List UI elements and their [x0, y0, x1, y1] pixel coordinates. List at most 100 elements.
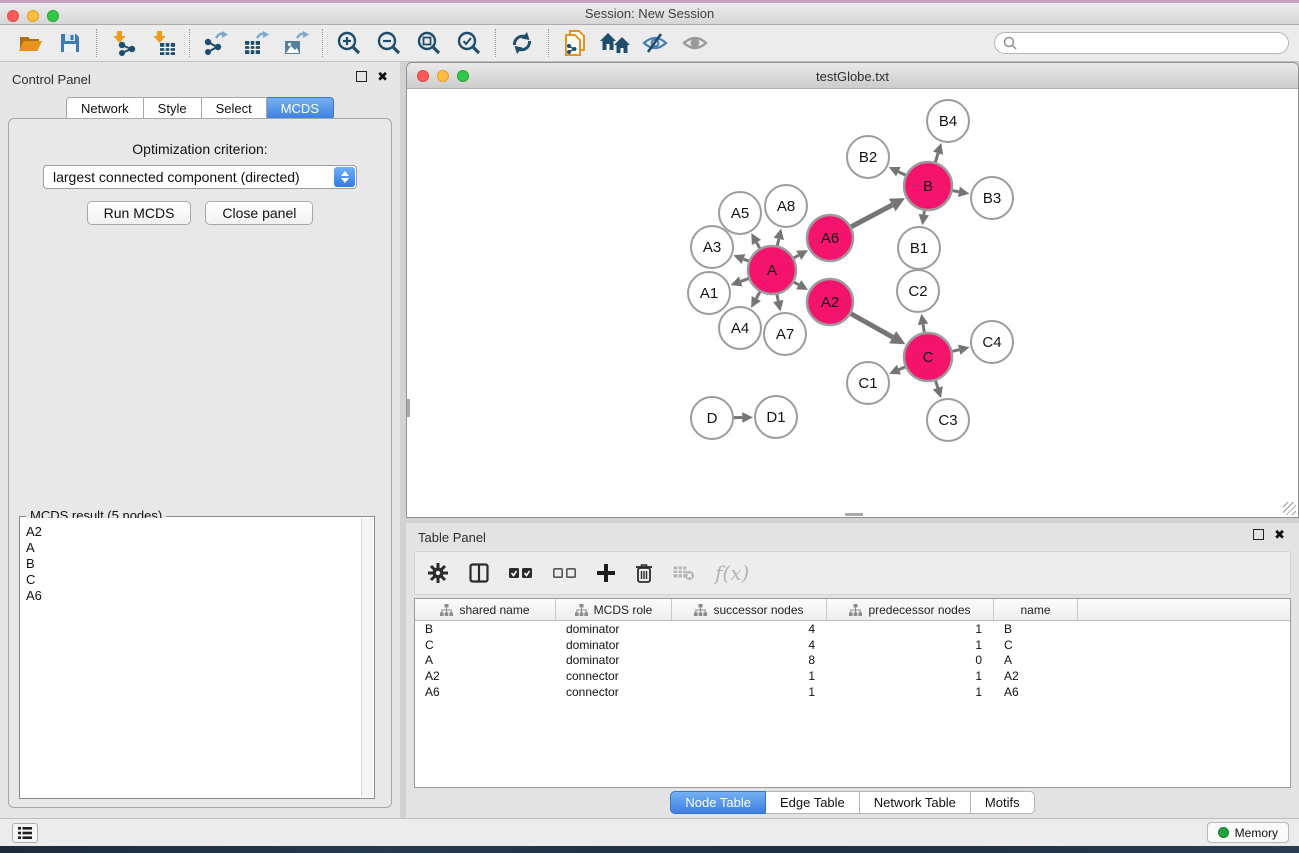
result-list-scrollbar[interactable] [361, 518, 373, 797]
settings-gear-icon[interactable] [427, 562, 449, 584]
edge-A-A2[interactable] [794, 282, 799, 285]
edge-A-A4[interactable] [756, 292, 760, 299]
column-header-predecessor-nodes[interactable]: predecessor nodes [827, 599, 994, 620]
edge-A-A3[interactable] [743, 259, 748, 261]
result-item[interactable]: A6 [26, 588, 361, 604]
edge-A-A7[interactable] [777, 294, 778, 300]
criterion-dropdown[interactable]: largest connected component (directed) [43, 165, 357, 189]
table-row[interactable]: A6connector11A6 [415, 684, 1290, 700]
attribute-tree-icon [694, 604, 707, 616]
task-list-icon [18, 827, 32, 839]
memory-button[interactable]: Memory [1207, 822, 1289, 843]
split-columns-icon[interactable] [469, 563, 489, 583]
tab-network[interactable]: Network [66, 97, 144, 120]
float-table-panel-icon[interactable] [1253, 529, 1264, 540]
cell-successor-nodes: 4 [672, 638, 827, 652]
edge-C-C1[interactable] [899, 367, 905, 370]
tab-motifs[interactable]: Motifs [971, 791, 1035, 814]
column-header-name[interactable]: name [994, 599, 1078, 620]
search-input[interactable] [1022, 36, 1280, 50]
new-session-icon[interactable] [555, 28, 595, 58]
edge-A2-C[interactable] [851, 314, 893, 337]
network-view-window: testGlobe.txt AA1A2A3A4A5A6A7A8BB1B2B3B4… [406, 62, 1299, 518]
tab-network-table[interactable]: Network Table [860, 791, 971, 814]
result-item[interactable]: A2 [26, 524, 361, 540]
tab-select[interactable]: Select [202, 97, 267, 120]
column-header-MCDS-role[interactable]: MCDS role [556, 599, 672, 620]
edge-B-B2[interactable] [898, 172, 905, 175]
node-table[interactable]: shared nameMCDS rolesuccessor nodesprede… [414, 598, 1291, 788]
edge-C-C2[interactable] [923, 324, 924, 332]
edge-A-A8[interactable] [777, 239, 778, 246]
task-history-button[interactable] [12, 823, 38, 843]
run-mcds-button[interactable]: Run MCDS [87, 201, 192, 225]
cell-MCDS-role: dominator [556, 653, 672, 667]
tab-style[interactable]: Style [144, 97, 202, 120]
table-row[interactable]: Cdominator41C [415, 637, 1290, 653]
home-icon[interactable] [595, 28, 635, 58]
tab-node-table[interactable]: Node Table [670, 791, 766, 814]
table-row[interactable]: A2connector11A2 [415, 668, 1290, 684]
network-canvas[interactable]: AA1A2A3A4A5A6A7A8BB1B2B3B4CC1C2C3C4DD1 [407, 89, 1298, 517]
deselect-all-icon[interactable] [553, 566, 577, 580]
close-panel-icon[interactable]: ✖ [377, 71, 388, 82]
delete-column-icon[interactable] [635, 563, 653, 583]
show-eye-icon[interactable] [675, 28, 715, 58]
select-all-icon[interactable] [509, 566, 533, 580]
column-header-successor-nodes[interactable]: successor nodes [672, 599, 827, 620]
zoom-in-icon[interactable] [329, 28, 369, 58]
zoom-out-icon[interactable] [369, 28, 409, 58]
status-bar: Memory [0, 818, 1299, 846]
edge-B-B4[interactable] [935, 153, 938, 162]
horizontal-scroll-indicator[interactable] [845, 513, 863, 516]
search-field[interactable] [994, 32, 1289, 54]
vertical-scroll-indicator[interactable] [407, 399, 410, 417]
edge-C-C3[interactable] [936, 381, 938, 388]
tab-mcds[interactable]: MCDS [267, 97, 334, 120]
cell-predecessor-nodes: 1 [827, 638, 994, 652]
edge-A-A5[interactable] [756, 242, 759, 248]
edge-A6-B[interactable] [851, 205, 892, 227]
zoom-selected-icon[interactable] [449, 28, 489, 58]
save-icon[interactable] [50, 28, 90, 58]
close-panel-button[interactable]: Close panel [205, 201, 313, 225]
open-folder-icon[interactable] [10, 28, 50, 58]
float-panel-icon[interactable] [356, 71, 367, 82]
cell-predecessor-nodes: 1 [827, 622, 994, 636]
tab-edge-table[interactable]: Edge Table [766, 791, 860, 814]
table-row[interactable]: Adominator80A [415, 652, 1290, 668]
graph-node-label: A1 [700, 285, 718, 302]
mcds-result-list[interactable]: A2ABCA6 [21, 518, 361, 797]
edge-arrowhead [958, 187, 969, 197]
cell-MCDS-role: dominator [556, 638, 672, 652]
table-row[interactable]: Bdominator41B [415, 621, 1290, 637]
cell-name: B [994, 622, 1078, 636]
edge-A-A6[interactable] [794, 255, 799, 258]
desktop-wallpaper-bottom [0, 846, 1299, 853]
edge-A-A1[interactable] [741, 279, 749, 282]
window-resize-grip[interactable] [1283, 502, 1296, 515]
graph-node-label: A8 [777, 198, 795, 215]
graph-node-label: A [767, 262, 777, 279]
close-table-panel-icon[interactable]: ✖ [1274, 529, 1285, 540]
edge-B-B1[interactable] [924, 211, 925, 215]
hide-eye-icon[interactable] [635, 28, 675, 58]
import-table-icon[interactable] [143, 28, 183, 58]
refresh-icon[interactable] [502, 28, 542, 58]
import-network-icon[interactable] [103, 28, 143, 58]
result-item[interactable]: B [26, 556, 361, 572]
result-item[interactable]: C [26, 572, 361, 588]
edge-C-C4[interactable] [952, 350, 959, 352]
export-network-icon[interactable] [196, 28, 236, 58]
network-graph: AA1A2A3A4A5A6A7A8BB1B2B3B4CC1C2C3C4DD1 [407, 89, 1298, 517]
edge-B-B3[interactable] [953, 191, 959, 192]
export-image-icon[interactable] [276, 28, 316, 58]
result-item[interactable]: A [26, 540, 361, 556]
export-table-icon[interactable] [236, 28, 276, 58]
network-window-titlebar[interactable]: testGlobe.txt [407, 63, 1298, 89]
edge-arrowhead [774, 228, 784, 240]
add-column-icon[interactable] [597, 564, 615, 582]
workspace: testGlobe.txt AA1A2A3A4A5A6A7A8BB1B2B3B4… [400, 62, 1299, 818]
column-header-shared-name[interactable]: shared name [415, 599, 556, 620]
zoom-fit-icon[interactable] [409, 28, 449, 58]
